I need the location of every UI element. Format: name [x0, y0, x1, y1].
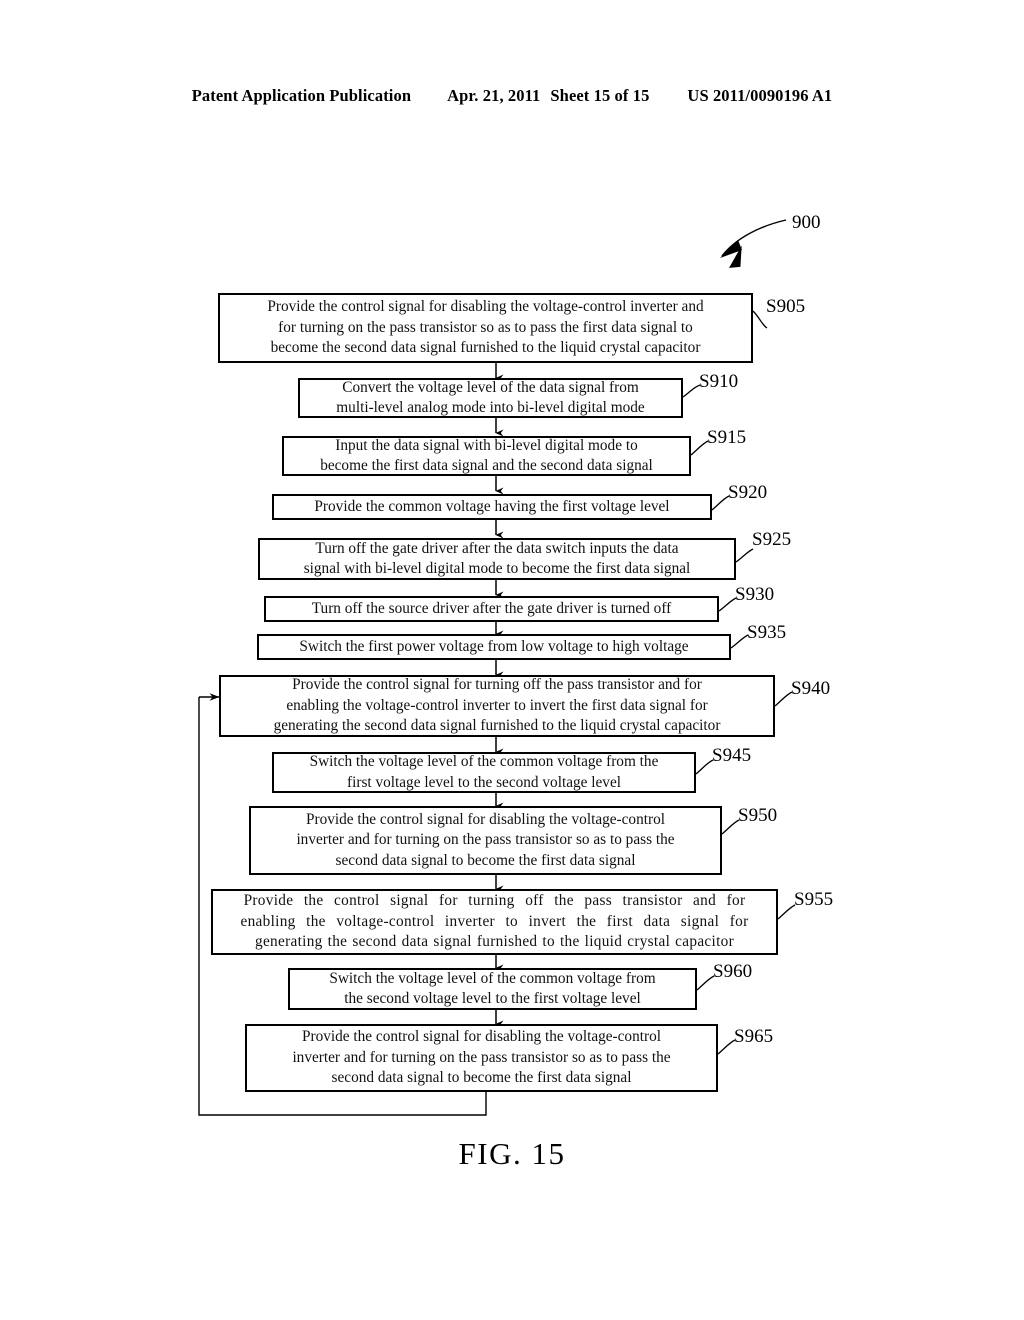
step-label-s905: S905 [766, 296, 806, 317]
flow-step-s955: Provide the control signal for turning o… [211, 889, 778, 955]
flow-step-s955-line-3: generating the second data signal furnis… [255, 933, 734, 951]
flow-step-s960-line-1: Switch the voltage level of the common v… [329, 969, 656, 987]
step-label-s930: S930 [735, 584, 775, 605]
flow-step-s965-line-3: second data signal to become the first d… [331, 1069, 632, 1087]
leader-s965 [717, 1039, 736, 1055]
flow-step-s925-line-1: Turn off the gate driver after the data … [315, 539, 679, 557]
step-label-s960: S960 [713, 961, 753, 982]
flow-step-s935-line-1: Switch the first power voltage from low … [299, 637, 689, 655]
flow-step-s960-line-2: the second voltage level to the first vo… [344, 990, 641, 1007]
flow-step-s920-line-1: Provide the common voltage having the fi… [314, 497, 670, 515]
flow-step-s905: Provide the control signal for disabling… [218, 293, 753, 363]
flow-step-s940-line-2: enabling the voltage-control inverter to… [286, 696, 708, 714]
flow-step-s930-line-1: Turn off the source driver after the gat… [311, 599, 672, 617]
step-label-s915: S915 [707, 427, 747, 448]
flow-step-s955-line-2: enabling the voltage-control inverter to… [240, 912, 749, 930]
flow-step-s935: Switch the first power voltage from low … [257, 634, 731, 660]
flow-step-s950-line-3: second data signal to become the first d… [335, 851, 636, 869]
flow-step-s910: Convert the voltage level of the data si… [298, 378, 683, 418]
flow-step-s915-line-1: Input the data signal with bi-level digi… [335, 436, 638, 454]
flow-step-s910-line-1: Convert the voltage level of the data si… [342, 378, 639, 396]
leader-s945 [695, 759, 714, 775]
leader-s960 [696, 975, 715, 991]
leader-s950 [721, 819, 740, 835]
flow-step-s915-line-2: become the first data signal and the sec… [320, 457, 653, 474]
reference-numeral-900: 900 [792, 212, 821, 233]
step-label-s950: S950 [738, 805, 778, 826]
flow-step-s965-line-2: inverter and for turning on the pass tra… [292, 1048, 671, 1066]
step-label-s935: S935 [747, 622, 787, 643]
connector-overlay [198, 219, 796, 1116]
flow-step-s945-line-2: first voltage level to the second voltag… [347, 773, 621, 791]
flow-step-s905-line-2: for turning on the pass transistor so as… [278, 318, 693, 336]
flow-step-s940: Provide the control signal for turning o… [219, 675, 775, 737]
figure-caption: FIG. 15 [458, 1136, 566, 1171]
flowchart-diagram: 900 Provide the control signal for disab… [0, 0, 1024, 1320]
step-label-s920: S920 [728, 482, 768, 503]
leader-s935 [730, 634, 749, 649]
step-label-s925: S925 [752, 529, 792, 550]
leader-s925 [735, 548, 754, 563]
leader-s930 [718, 597, 737, 612]
leader-s940 [774, 691, 793, 707]
flow-step-s920: Provide the common voltage having the fi… [272, 494, 712, 520]
flow-step-s940-line-3: generating the second data signal furnis… [273, 717, 721, 735]
flow-step-s930: Turn off the source driver after the gat… [264, 596, 719, 622]
step-label-s965: S965 [734, 1026, 774, 1047]
flow-step-s950-line-2: inverter and for turning on the pass tra… [296, 831, 675, 849]
flow-step-s925: Turn off the gate driver after the data … [258, 538, 736, 580]
leader-s910 [682, 384, 701, 398]
flow-step-s965: Provide the control signal for disabling… [245, 1024, 718, 1092]
flow-step-s960: Switch the voltage level of the common v… [288, 968, 697, 1010]
flow-step-s965-line-1: Provide the control signal for disabling… [302, 1028, 661, 1046]
flow-step-s950-line-1: Provide the control signal for disabling… [306, 810, 665, 828]
flow-step-s955-line-1: Provide the control signal for turning o… [243, 892, 746, 910]
step-label-s910: S910 [699, 371, 739, 392]
flow-step-s950: Provide the control signal for disabling… [249, 806, 722, 875]
flow-step-s905-line-3: become the second data signal furnished … [270, 339, 701, 357]
flow-step-s945: Switch the voltage level of the common v… [272, 752, 696, 793]
flow-step-s915: Input the data signal with bi-level digi… [282, 436, 691, 476]
flow-step-s910-line-2: multi-level analog mode into bi-level di… [336, 399, 645, 416]
flow-step-s945-line-1: Switch the voltage level of the common v… [309, 753, 659, 771]
leader-s955 [777, 904, 796, 920]
flow-step-s905-line-1: Provide the control signal for disabling… [267, 298, 704, 316]
leader-s915 [690, 440, 709, 456]
step-label-s940: S940 [791, 678, 831, 699]
flow-step-s940-line-1: Provide the control signal for turning o… [292, 676, 702, 694]
reference-leader-900 [720, 219, 787, 268]
flow-step-s925-line-2: signal with bi-level digital mode to bec… [303, 560, 691, 577]
step-label-s945: S945 [712, 745, 752, 766]
leader-s905 [752, 310, 768, 329]
leader-s920 [711, 495, 730, 511]
step-label-s955: S955 [794, 889, 834, 910]
